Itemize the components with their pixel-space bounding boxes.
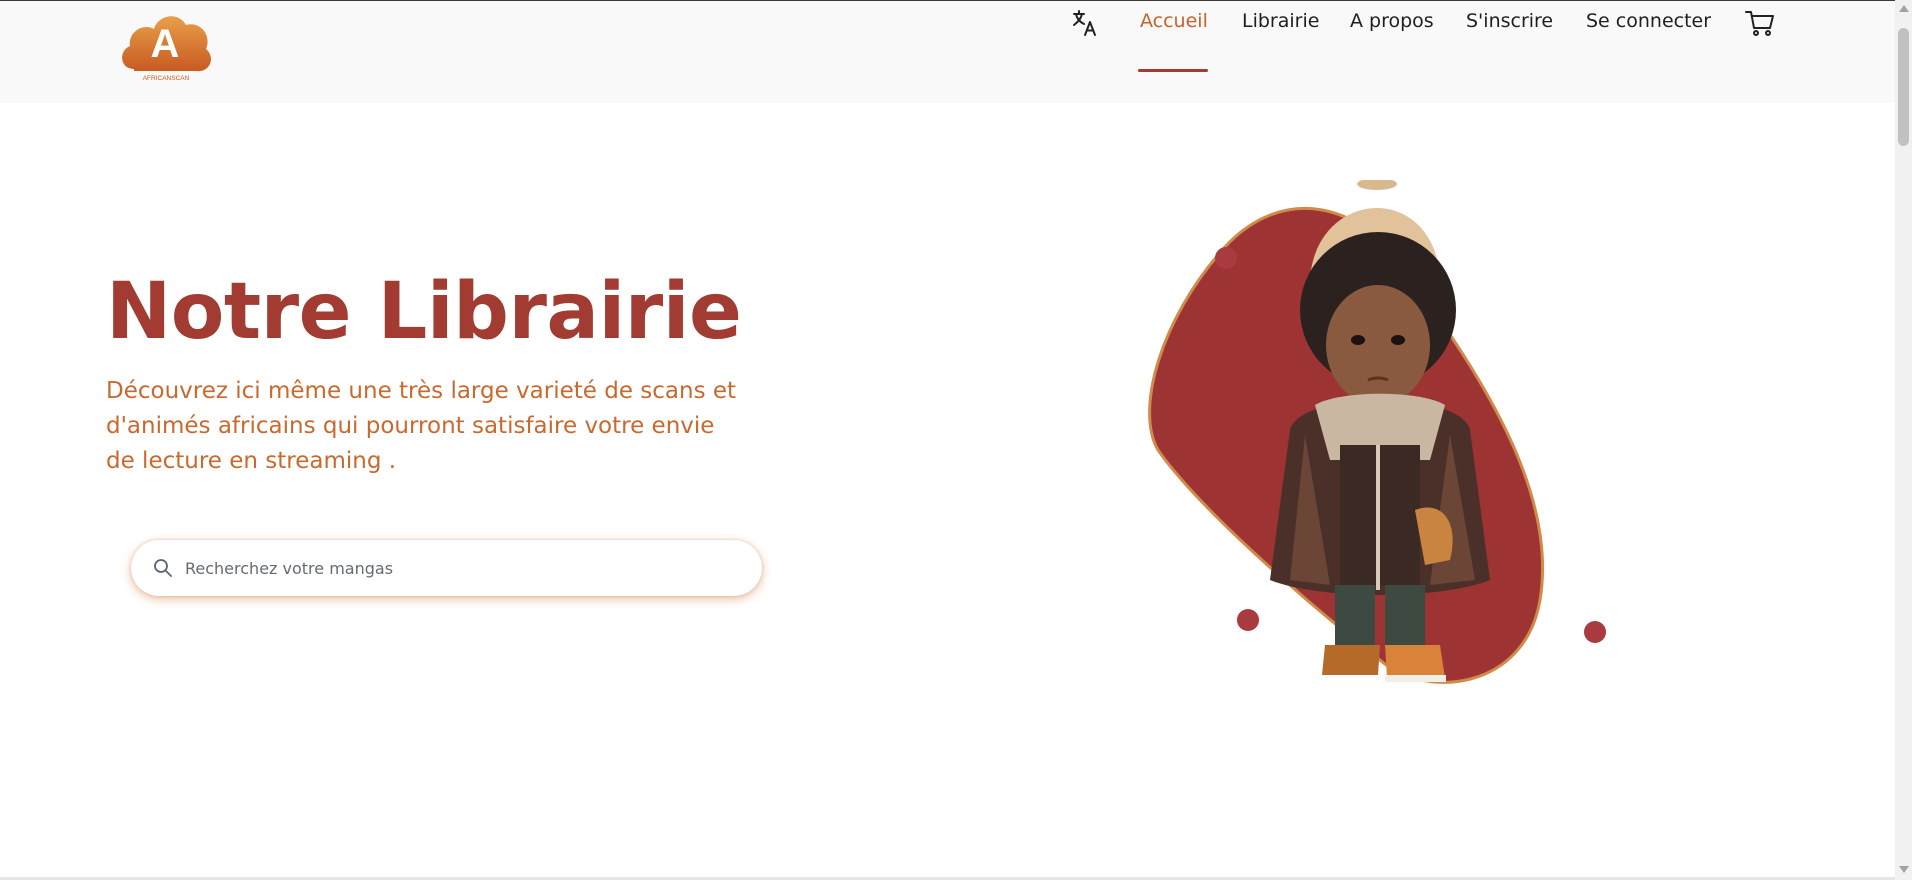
svg-text:AFRICANSCAN: AFRICANSCAN [143, 75, 190, 82]
hero-illustration [1140, 180, 1620, 700]
nav-sinscrire[interactable]: S'inscrire [1466, 10, 1553, 32]
svg-text:A: A [151, 22, 180, 66]
search-icon [153, 558, 173, 578]
translate-icon[interactable] [1070, 8, 1100, 38]
scroll-up-arrow-icon[interactable] [1899, 5, 1909, 12]
scroll-down-arrow-icon[interactable] [1899, 866, 1909, 873]
vertical-scrollbar[interactable] [1895, 0, 1912, 880]
decor-dot [1237, 609, 1259, 631]
africanscan-logo[interactable]: A AFRICANSCAN [116, 7, 216, 87]
scrollbar-thumb[interactable] [1898, 28, 1909, 146]
nav-accueil[interactable]: Accueil [1140, 10, 1208, 32]
nav-se-connecter[interactable]: Se connecter [1586, 10, 1711, 32]
active-nav-underline [1138, 69, 1208, 72]
search-input[interactable] [185, 548, 745, 588]
cart-icon[interactable] [1744, 7, 1776, 39]
nav-a-propos[interactable]: A propos [1350, 10, 1434, 32]
site-header: A AFRICANSCAN Accueil Librairie A propos… [0, 1, 1895, 103]
decor-dot [1584, 621, 1606, 643]
page-title: Notre Librairie [106, 267, 742, 357]
hero-description: Découvrez ici même une très large variet… [106, 378, 737, 474]
logo-cloud-icon: A AFRICANSCAN [122, 16, 211, 82]
search-bar[interactable] [131, 540, 762, 596]
nav-librairie[interactable]: Librairie [1242, 10, 1319, 32]
decor-dot [1215, 247, 1237, 269]
